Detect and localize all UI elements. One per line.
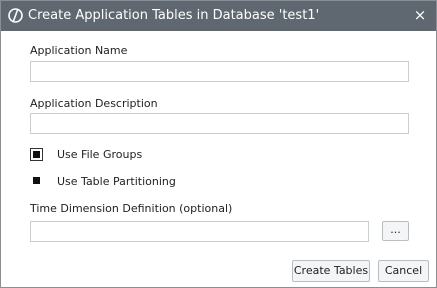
time-dimension-input[interactable] [30, 221, 369, 242]
application-description-input[interactable] [30, 113, 409, 134]
checkbox-checked-indicator [33, 151, 40, 158]
dialog-title: Create Application Tables in Database 't… [28, 8, 320, 23]
close-icon[interactable]: × [412, 7, 428, 23]
use-file-groups-checkbox[interactable] [30, 148, 43, 161]
cancel-button[interactable]: Cancel [378, 260, 429, 282]
time-dimension-label: Time Dimension Definition (optional) [30, 202, 233, 215]
use-table-partitioning-checkbox[interactable] [33, 177, 40, 184]
app-logo-icon [8, 8, 23, 23]
browse-button[interactable]: ... [382, 221, 409, 241]
create-tables-button[interactable]: Create Tables [292, 260, 370, 282]
use-table-partitioning-label: Use Table Partitioning [57, 175, 176, 188]
application-name-input[interactable] [30, 61, 409, 82]
dialog-title-bar[interactable]: Create Application Tables in Database 't… [1, 1, 436, 31]
use-file-groups-label: Use File Groups [57, 148, 143, 161]
create-application-tables-dialog: Create Application Tables in Database 't… [0, 0, 437, 288]
application-description-label: Application Description [30, 97, 158, 110]
application-name-label: Application Name [30, 44, 128, 57]
